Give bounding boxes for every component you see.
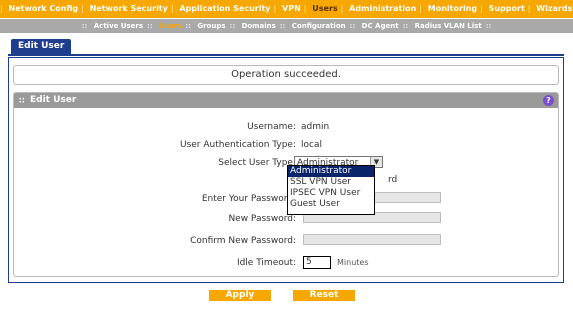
panel-title: Edit User [30, 95, 77, 105]
edit-user-panel: ∷ Edit User ? Username: admin User Authe… [13, 92, 559, 277]
nav-users[interactable]: Users [309, 0, 340, 18]
subnav-separator: :: [81, 22, 88, 30]
sub-nav: :: Active Users:: Users:: Groups:: Domai… [0, 19, 573, 33]
idle-timeout-row: Idle Timeout: 5 Minutes [14, 256, 558, 270]
nav-wizards[interactable]: Wizards [533, 0, 573, 18]
nav-network-config[interactable]: Network Config [6, 0, 82, 18]
username-value: admin [301, 122, 330, 132]
confirm-password-row: Confirm New Password: [14, 234, 558, 248]
panel-header: ∷ Edit User ? [14, 93, 558, 108]
new-password-row: New Password: [14, 212, 558, 226]
auth-type-value: local [301, 140, 322, 150]
confirm-password-field[interactable] [303, 234, 441, 245]
nav-separator: | [527, 4, 531, 13]
subnav-separator: :: [185, 22, 191, 30]
main-frame: Operation succeeded. ∷ Edit User ? Usern… [8, 57, 564, 283]
idle-timeout-unit: Minutes [337, 258, 369, 267]
nav-separator: | [81, 4, 84, 13]
option-guest-user[interactable]: Guest User [288, 199, 374, 210]
subnav-active-users[interactable]: Active Users [92, 19, 145, 33]
subnav-separator: :: [147, 22, 153, 30]
password-checkbox-row: rd [14, 173, 558, 187]
option-ipsec-vpn-user[interactable]: IPSEC VPN User [288, 188, 374, 199]
subnav-users[interactable]: Users [157, 19, 183, 33]
nav-application-security[interactable]: Application Security [176, 0, 273, 18]
enter-password-row: Enter Your Password: [14, 192, 558, 206]
nav-separator: | [170, 4, 174, 13]
nav-separator: | [480, 4, 483, 13]
confirm-password-label: Confirm New Password: [190, 236, 296, 246]
nav-separator: | [303, 4, 307, 13]
subnav-separator: :: [279, 22, 286, 30]
user-type-label: Select User Type: [218, 158, 296, 168]
checkbox-label-suffix: rd [388, 175, 398, 185]
nav-separator: | [0, 4, 3, 13]
new-password-label: New Password: [228, 214, 296, 224]
nav-administration[interactable]: Administration [346, 0, 419, 18]
idle-timeout-label: Idle Timeout: [236, 258, 296, 268]
help-icon[interactable]: ? [543, 95, 554, 106]
tab-edit-user[interactable]: Edit User [11, 39, 72, 54]
username-label: Username: [247, 122, 296, 132]
subnav-separator: :: [349, 22, 356, 30]
subnav-separator: :: [402, 22, 409, 30]
status-message: Operation succeeded. [13, 65, 559, 85]
grip-icon: ∷ [19, 96, 25, 105]
nav-support[interactable]: Support [486, 0, 528, 18]
nav-separator: | [273, 4, 277, 13]
option-administrator[interactable]: Administrator [288, 166, 374, 177]
top-nav: | Network Config | Network Security | Appl… [0, 0, 573, 18]
option-ssl-vpn-user[interactable]: SSL VPN User [288, 177, 374, 188]
subnav-dc-agent[interactable]: DC Agent [360, 19, 401, 33]
subnav-configuration[interactable]: Configuration [290, 19, 348, 33]
nav-network-security[interactable]: Network Security [87, 0, 171, 18]
idle-timeout-input[interactable]: 5 [303, 256, 331, 269]
nav-separator: | [419, 4, 422, 13]
subnav-separator: :: [485, 22, 492, 30]
subnav-groups[interactable]: Groups [195, 19, 227, 33]
subnav-radius-vlan-list[interactable]: Radius VLAN List [413, 19, 484, 33]
username-row: Username: admin [14, 120, 558, 134]
apply-button[interactable]: Apply [209, 290, 271, 301]
user-type-row: Select User Type: Administrator ▼ [14, 156, 558, 170]
tab-underline [8, 54, 564, 56]
enter-password-label: Enter Your Password: [201, 194, 296, 204]
auth-type-label: User Authentication Type: [179, 140, 296, 150]
auth-type-row: User Authentication Type: local [14, 138, 558, 152]
subnav-domains[interactable]: Domains [240, 19, 278, 33]
nav-separator: | [340, 4, 344, 13]
user-type-dropdown: Administrator SSL VPN User IPSEC VPN Use… [287, 165, 375, 215]
subnav-separator: :: [229, 22, 236, 30]
reset-button[interactable]: Reset [293, 290, 355, 301]
nav-monitoring[interactable]: Monitoring [425, 0, 480, 18]
nav-vpn[interactable]: VPN [279, 0, 304, 18]
